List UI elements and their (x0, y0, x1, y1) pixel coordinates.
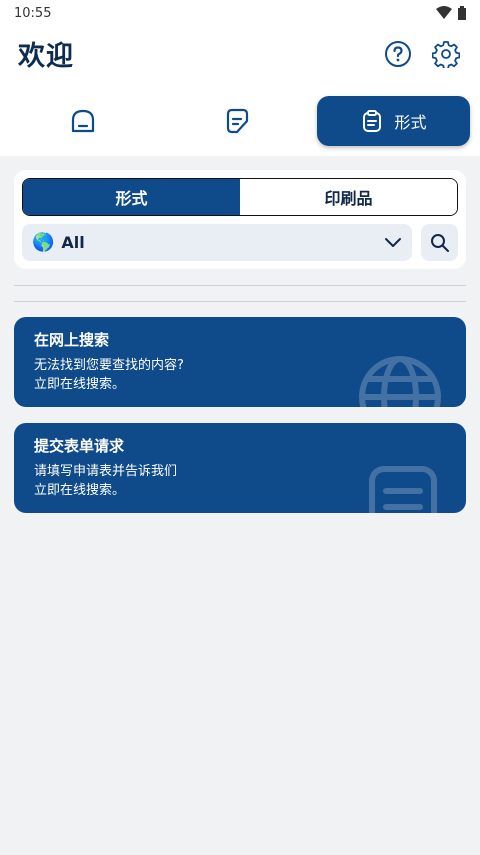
form-icon (369, 466, 437, 513)
wifi-icon (436, 6, 452, 19)
chevron-down-icon (385, 237, 401, 247)
card-title: 在网上搜索 (34, 331, 110, 349)
clipboard-icon (363, 110, 382, 132)
document-icon (226, 108, 249, 134)
filter-panel: 形式 印刷品 🌎 All (14, 170, 466, 269)
status-bar: 10:55 (14, 4, 466, 22)
submit-form-card[interactable]: 提交表单请求 请填写申请表并告诉我们 立即在线搜索。 (14, 423, 466, 513)
settings-button[interactable] (432, 40, 460, 68)
search-icon (430, 233, 449, 252)
page-title: 欢迎 (18, 41, 74, 72)
region-select-value: All (61, 233, 85, 252)
segment-control: 形式 印刷品 (22, 178, 458, 216)
search-online-card[interactable]: 在网上搜索 无法找到您要查找的内容? 立即在线搜索。 (14, 317, 466, 407)
divider (14, 285, 466, 286)
region-select[interactable]: 🌎 All (22, 224, 412, 261)
gear-icon (432, 41, 460, 68)
status-time: 10:55 (14, 5, 52, 21)
segment-printed[interactable]: 印刷品 (240, 179, 457, 215)
tab-documents[interactable] (212, 96, 262, 146)
tab-bar: 形式 (0, 96, 480, 148)
segment-forms[interactable]: 形式 (23, 179, 240, 215)
globe-icon (359, 356, 441, 407)
tab-forms[interactable]: 形式 (317, 96, 470, 146)
home-icon (71, 109, 95, 133)
top-bar: 10:55 欢迎 形式 (0, 0, 480, 156)
globe-flag-icon: 🌎 (32, 232, 55, 253)
tab-home[interactable] (58, 96, 108, 146)
help-button[interactable] (384, 40, 412, 68)
battery-icon (458, 6, 466, 20)
tab-forms-label: 形式 (394, 113, 427, 132)
help-icon (385, 41, 411, 67)
card-title: 提交表单请求 (34, 437, 125, 455)
search-button[interactable] (421, 224, 458, 261)
divider (14, 301, 466, 302)
